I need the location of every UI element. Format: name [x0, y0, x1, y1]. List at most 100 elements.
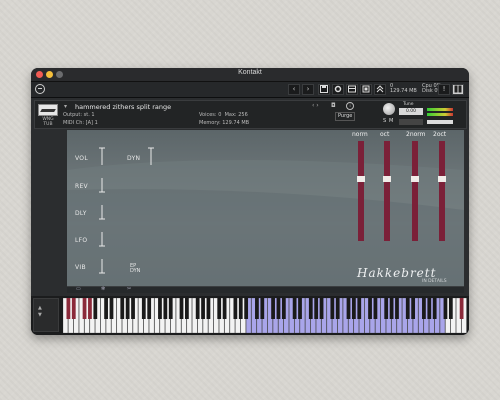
fader-handle[interactable] [357, 176, 365, 182]
black-key[interactable] [384, 298, 389, 319]
expand-icon[interactable] [374, 84, 386, 95]
scissors-icon[interactable]: ✂ [127, 286, 131, 292]
black-key[interactable] [163, 298, 168, 319]
black-key[interactable] [179, 298, 184, 319]
black-key[interactable] [141, 298, 146, 319]
black-key[interactable] [88, 298, 92, 319]
black-key[interactable] [368, 298, 372, 319]
lfo-slider[interactable] [99, 232, 105, 247]
dyn-slider[interactable] [148, 147, 154, 165]
gear-icon[interactable]: ✻ [101, 286, 105, 292]
dly-slider[interactable] [99, 205, 105, 220]
black-key[interactable] [93, 298, 98, 319]
black-key[interactable] [319, 298, 324, 319]
black-key[interactable] [217, 298, 222, 319]
rev-slider[interactable] [99, 178, 105, 193]
prev-button[interactable]: ‹ [288, 84, 300, 95]
gear-icon[interactable] [332, 84, 344, 95]
mute-button[interactable]: M [389, 118, 393, 124]
next-button[interactable]: › [302, 84, 314, 95]
black-key[interactable] [330, 298, 335, 319]
black-key[interactable] [405, 298, 410, 319]
vol-slider[interactable] [99, 147, 105, 165]
volume-slider[interactable] [427, 120, 453, 124]
black-key[interactable] [427, 298, 432, 319]
black-key[interactable] [158, 298, 162, 319]
black-key[interactable] [260, 298, 265, 319]
instrument-thumbnail[interactable] [38, 104, 58, 116]
black-key[interactable] [71, 298, 76, 319]
black-key[interactable] [120, 298, 125, 319]
max-value[interactable]: 256 [238, 112, 248, 118]
black-key[interactable] [147, 298, 152, 319]
octave-arrows[interactable]: ▲ ▼ [38, 305, 42, 319]
black-key[interactable] [168, 298, 173, 319]
tune-value[interactable]: 0.00 [399, 108, 423, 115]
wrench-label[interactable]: WNG TUB [37, 117, 59, 127]
pan-slider[interactable] [399, 119, 423, 125]
fader-2norm[interactable] [411, 141, 419, 241]
midi-value[interactable]: [A] 1 [86, 120, 98, 126]
black-key[interactable] [459, 298, 464, 319]
tune-knob[interactable] [383, 103, 395, 115]
black-key[interactable] [432, 298, 437, 319]
instrument-name[interactable]: hammered zithers split range [75, 103, 171, 111]
black-key[interactable] [335, 298, 340, 319]
black-key[interactable] [109, 298, 114, 319]
black-key[interactable] [131, 298, 135, 319]
black-key[interactable] [373, 298, 378, 319]
black-key[interactable] [244, 298, 249, 319]
black-key[interactable] [298, 298, 302, 319]
black-key[interactable] [448, 298, 453, 319]
black-key[interactable] [255, 298, 259, 319]
black-key[interactable] [281, 298, 286, 319]
keyboard-icon[interactable]: ▭ [76, 286, 81, 292]
black-key[interactable] [238, 298, 243, 319]
save-icon[interactable] [318, 84, 330, 95]
black-key[interactable] [125, 298, 130, 319]
black-key[interactable] [201, 298, 205, 319]
black-key[interactable] [66, 298, 71, 319]
library-icon[interactable] [360, 84, 372, 95]
warning-button[interactable]: ! [438, 84, 450, 95]
midi-row[interactable]: MIDI Ch: [A] 1 [63, 120, 98, 126]
browser-icon[interactable] [452, 84, 464, 95]
black-key[interactable] [222, 298, 227, 319]
kontakt-logo-icon[interactable] [35, 84, 45, 94]
panels-icon[interactable] [346, 84, 358, 95]
black-key[interactable] [233, 298, 238, 319]
black-key[interactable] [271, 298, 275, 319]
output-row[interactable]: Output: st. 1 [63, 112, 95, 118]
black-key[interactable] [276, 298, 281, 319]
fader-2oct[interactable] [438, 141, 446, 241]
instrument-collapse-icon[interactable]: ▾ [64, 103, 67, 110]
black-key[interactable] [389, 298, 394, 319]
fader-norm[interactable] [357, 141, 365, 241]
black-key[interactable] [422, 298, 426, 319]
info-icon[interactable]: i [346, 102, 354, 110]
black-key[interactable] [308, 298, 313, 319]
black-key[interactable] [314, 298, 319, 319]
black-key[interactable] [395, 298, 399, 319]
black-key[interactable] [104, 298, 108, 319]
black-key[interactable] [346, 298, 351, 319]
fader-handle[interactable] [438, 176, 446, 182]
fader-handle[interactable] [411, 176, 419, 182]
black-key[interactable] [357, 298, 362, 319]
fader-handle[interactable] [383, 176, 391, 182]
purge-button[interactable]: Purge [335, 112, 356, 121]
solo-button[interactable]: S [383, 118, 386, 124]
vib-slider[interactable] [99, 259, 105, 274]
black-key[interactable] [411, 298, 416, 319]
black-key[interactable] [351, 298, 356, 319]
fader-oct[interactable] [383, 141, 391, 241]
black-key[interactable] [82, 298, 87, 319]
instrument-nav-icon[interactable]: ‹ › [312, 102, 319, 109]
output-value[interactable]: st. 1 [84, 112, 95, 118]
black-key[interactable] [185, 298, 189, 319]
camera-icon[interactable]: ◘ [331, 102, 336, 109]
black-key[interactable] [206, 298, 211, 319]
black-key[interactable] [195, 298, 200, 319]
piano-keys[interactable] [63, 298, 467, 333]
black-key[interactable] [443, 298, 448, 319]
